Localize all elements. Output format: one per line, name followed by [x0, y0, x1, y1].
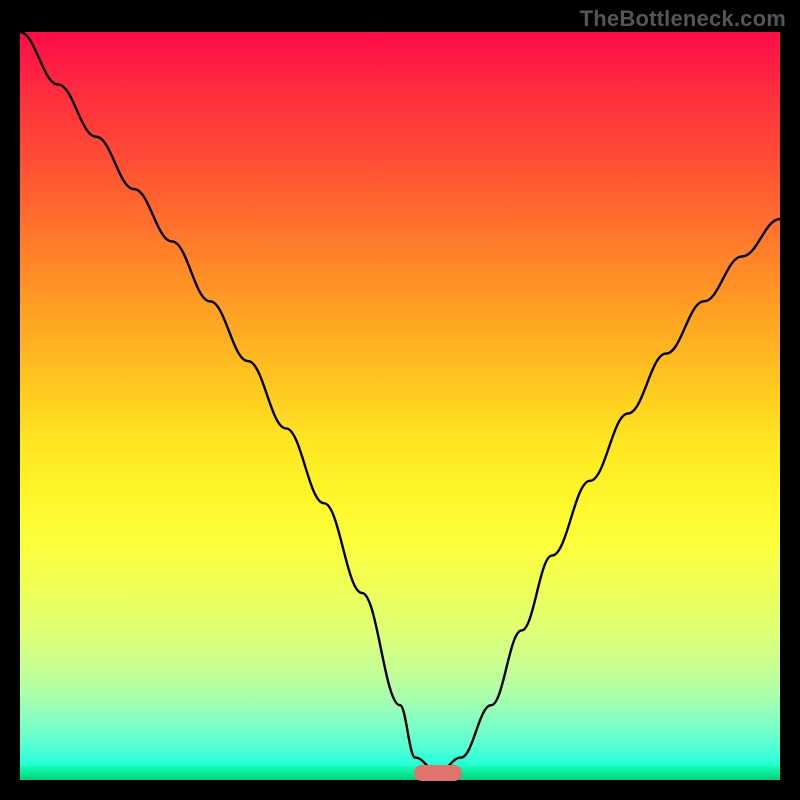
curve-path: [20, 32, 780, 773]
watermark-text: TheBottleneck.com: [580, 6, 786, 32]
bottleneck-curve: [20, 32, 780, 780]
plot-area: [20, 32, 780, 780]
chart-frame: TheBottleneck.com: [0, 0, 800, 800]
minimum-marker: [414, 765, 462, 781]
